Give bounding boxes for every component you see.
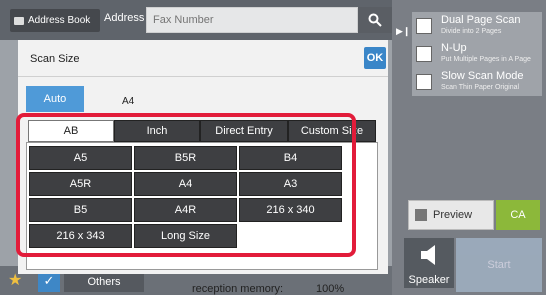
n-up-checkbox[interactable] <box>416 46 432 62</box>
slow-scan-mode-checkbox[interactable] <box>416 74 432 90</box>
address-label: Address <box>104 12 145 24</box>
size-button-a3[interactable]: A3 <box>239 172 342 196</box>
panel-title: Scan Size <box>30 53 80 65</box>
divider <box>18 76 388 77</box>
scan-size-panel: Scan Size OK Auto A4 AB Inch Direct Entr… <box>18 40 388 274</box>
address-book-label: Address Book <box>28 15 91 26</box>
speaker-button[interactable]: Speaker <box>404 238 454 288</box>
n-up-subtitle: Put Multiple Pages in A Page <box>441 56 531 63</box>
size-button-b5r[interactable]: B5R <box>134 146 237 170</box>
start-button[interactable]: Start <box>456 238 542 292</box>
tab-inch[interactable]: Inch <box>114 120 200 142</box>
size-button-216x343[interactable]: 216 x 343 <box>29 224 132 248</box>
search-button[interactable] <box>358 7 392 33</box>
speaker-label: Speaker <box>408 274 450 286</box>
size-button-long-size[interactable]: Long Size <box>134 224 237 248</box>
reception-memory-value: 100% <box>316 283 345 295</box>
size-grid: A5 B5R B4 A5R A4 A3 B5 A4R 216 x 340 216… <box>26 142 378 270</box>
slow-scan-mode-item[interactable]: Slow Scan Mode Scan Thin Paper Original <box>412 68 542 96</box>
ok-button[interactable]: OK <box>364 47 386 69</box>
auto-size-value: A4 <box>122 96 135 107</box>
dual-page-scan-title: Dual Page Scan <box>441 14 521 26</box>
dual-page-scan-checkbox[interactable] <box>416 18 432 34</box>
auto-button[interactable]: Auto <box>26 86 84 112</box>
tab-direct-entry[interactable]: Direct Entry <box>200 120 288 142</box>
others-button[interactable]: Others <box>64 272 144 292</box>
preview-icon <box>415 209 427 221</box>
n-up-item[interactable]: N-Up Put Multiple Pages in A Page <box>412 40 542 68</box>
ca-button[interactable]: CA <box>496 200 540 230</box>
dual-page-scan-item[interactable]: Dual Page Scan Divide into 2 Pages <box>412 12 542 40</box>
n-up-title: N-Up <box>441 42 467 54</box>
size-button-a5r[interactable]: A5R <box>29 172 132 196</box>
size-button-a4[interactable]: A4 <box>134 172 237 196</box>
collapse-arrow-icon[interactable]: ▶❙ <box>396 26 410 37</box>
preview-label: Preview <box>433 209 473 221</box>
slow-scan-mode-title: Slow Scan Mode <box>441 70 524 82</box>
dual-page-scan-subtitle: Divide into 2 Pages <box>441 28 502 35</box>
size-button-a4r[interactable]: A4R <box>134 198 237 222</box>
tab-custom-size[interactable]: Custom Size <box>288 120 376 142</box>
reception-memory-label: reception memory: <box>192 283 284 295</box>
search-icon <box>368 13 382 27</box>
fax-number-input[interactable] <box>146 7 358 33</box>
size-button-b5[interactable]: B5 <box>29 198 132 222</box>
speaker-icon <box>421 245 435 265</box>
address-book-button[interactable]: Address Book <box>10 9 100 32</box>
tab-ab[interactable]: AB <box>28 120 114 142</box>
size-button-216x340[interactable]: 216 x 340 <box>239 198 342 222</box>
book-icon <box>14 16 24 25</box>
slow-scan-mode-subtitle: Scan Thin Paper Original <box>441 84 520 91</box>
size-button-b4[interactable]: B4 <box>239 146 342 170</box>
preview-button[interactable]: Preview <box>408 200 494 230</box>
size-button-a5[interactable]: A5 <box>29 146 132 170</box>
